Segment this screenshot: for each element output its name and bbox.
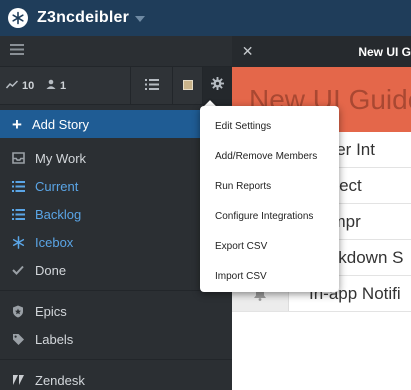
secondary-nav: Epics Labels <box>0 297 232 353</box>
sidebar-item-label: Epics <box>35 303 67 319</box>
sidebar-item-icebox[interactable]: Icebox <box>0 228 232 256</box>
zendesk-icon <box>10 374 26 386</box>
close-icon[interactable]: ✕ <box>232 43 263 60</box>
top-bar: Z3ncdeibler <box>0 0 411 36</box>
pivotal-logo-icon[interactable] <box>8 8 28 28</box>
menu-item-import-csv[interactable]: Import CSV <box>200 261 339 291</box>
panel-toggle-button[interactable] <box>172 67 202 104</box>
person-icon <box>46 79 56 92</box>
list-icon <box>10 208 26 220</box>
members-stat: 1 <box>46 67 112 104</box>
sidebar-item-my-work[interactable]: My Work <box>0 144 232 172</box>
chevron-down-icon[interactable] <box>135 16 146 22</box>
check-icon <box>10 265 26 275</box>
sidebar-item-label: Done <box>35 262 67 278</box>
list-icon <box>144 77 159 95</box>
sidebar-item-labels[interactable]: Labels <box>0 325 232 353</box>
sidebar-divider <box>0 359 232 360</box>
sidebar-item-label: Zendesk <box>35 372 85 388</box>
sidebar-toolbar: 10 1 <box>0 67 232 105</box>
sidebar-item-label: My Work <box>35 150 87 166</box>
inbox-icon <box>10 152 26 164</box>
menu-item-configure-integrations[interactable]: Configure Integrations <box>200 201 339 231</box>
menu-item-run-reports[interactable]: Run Reports <box>200 171 339 201</box>
hamburger-menu-icon[interactable] <box>10 42 24 60</box>
sidebar-item-label: Icebox <box>35 234 74 250</box>
integrations-nav: Zendesk <box>0 366 232 390</box>
sidebar-header <box>0 36 232 67</box>
sidebar-item-backlog[interactable]: Backlog <box>0 200 232 228</box>
sidebar-item-label: Labels <box>35 331 74 347</box>
tag-icon <box>10 333 26 346</box>
sidebar-item-done[interactable]: Done <box>0 256 232 284</box>
sidebar-item-current[interactable]: Current <box>0 172 232 200</box>
sidebar-item-label: Current <box>35 178 79 194</box>
list-view-button[interactable] <box>130 67 172 104</box>
panel-title: New UI G <box>358 44 411 59</box>
velocity-trend-icon <box>5 79 19 92</box>
members-count: 1 <box>60 79 67 92</box>
list-icon <box>10 180 26 192</box>
velocity-value: 10 <box>22 79 35 92</box>
sidebar-divider <box>0 290 232 291</box>
menu-item-add-remove-members[interactable]: Add/Remove Members <box>200 141 339 171</box>
snowflake-icon <box>10 235 26 249</box>
add-story-button[interactable]: + Add Story <box>0 110 232 138</box>
velocity-stat: 10 <box>0 67 46 104</box>
plus-icon: + <box>12 114 22 134</box>
square-icon <box>182 77 193 95</box>
settings-dropdown-menu: Edit Settings Add/Remove Members Run Rep… <box>200 106 339 292</box>
gear-icon <box>211 76 224 95</box>
add-story-label: Add Story <box>31 116 90 132</box>
sidebar-item-epics[interactable]: Epics <box>0 297 232 325</box>
shield-icon <box>10 305 26 318</box>
sidebar-item-zendesk[interactable]: Zendesk <box>0 366 232 390</box>
panel-header: ✕ New UI G <box>232 36 411 67</box>
sidebar: 10 1 + Add Story My Work Current Backlog… <box>0 36 232 390</box>
primary-nav: My Work Current Backlog Icebox Done <box>0 144 232 284</box>
settings-button[interactable] <box>202 67 232 104</box>
project-title[interactable]: Z3ncdeibler <box>37 9 129 27</box>
menu-item-export-csv[interactable]: Export CSV <box>200 231 339 261</box>
menu-item-edit-settings[interactable]: Edit Settings <box>200 111 339 141</box>
sidebar-item-label: Backlog <box>35 206 82 222</box>
